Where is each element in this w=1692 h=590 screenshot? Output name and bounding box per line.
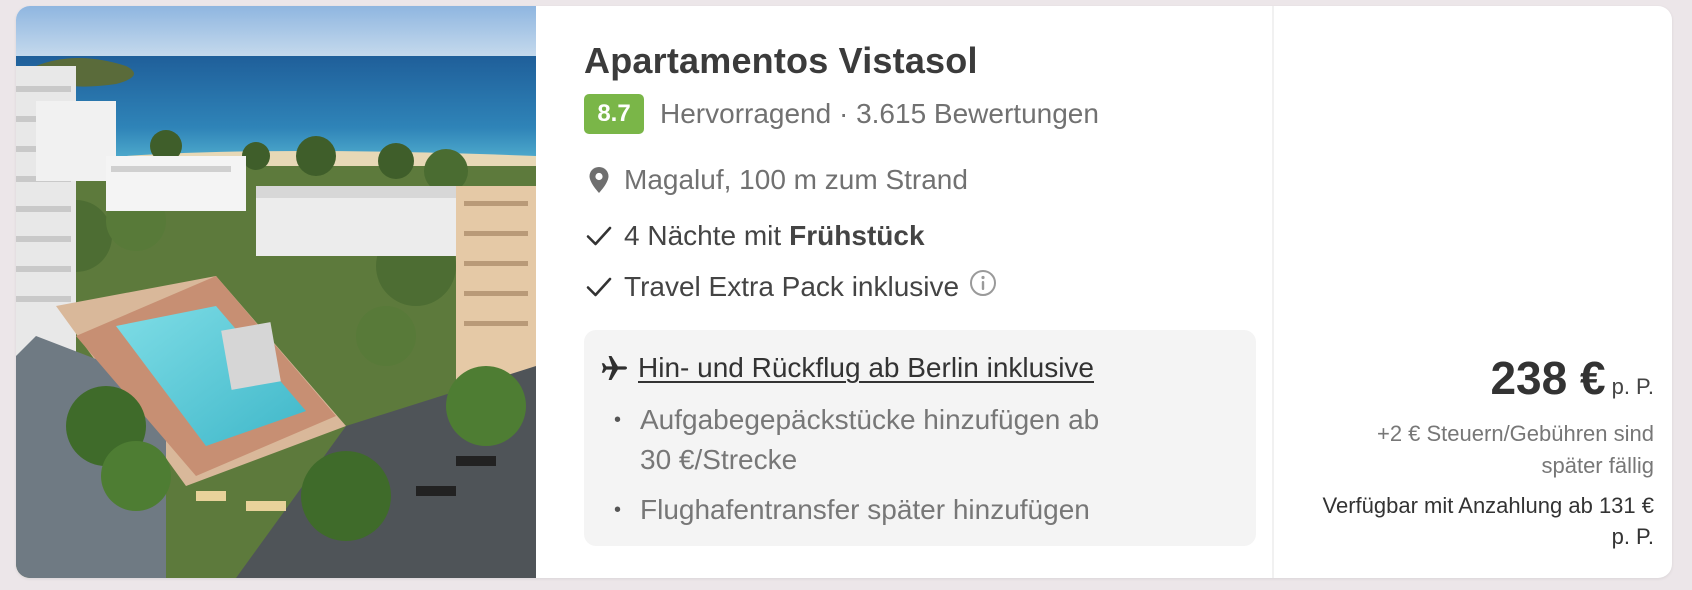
hotel-offer-card[interactable]: Apartamentos Vistasol 8.7 Hervorragend ·…	[16, 6, 1672, 578]
hotel-name[interactable]: Apartamentos Vistasol	[584, 40, 978, 82]
check-icon	[584, 272, 614, 302]
baggage-text: Aufgabegepäckstücke hinzufügen ab 30 €/S…	[640, 404, 1100, 475]
offer-details: Apartamentos Vistasol 8.7 Hervorragend ·…	[568, 6, 1258, 578]
rating-score-badge: 8.7	[584, 94, 644, 134]
column-divider	[1272, 6, 1274, 578]
extra-pack-text: Travel Extra Pack inklusive	[624, 270, 960, 302]
price-amount: 238 €	[1490, 352, 1606, 404]
board-type: Frühstück	[789, 220, 925, 251]
check-icon	[584, 221, 614, 251]
bullet-dot: •	[614, 409, 622, 431]
bullet-dot: •	[614, 499, 622, 521]
flight-title-row: Hin- und Rückflug ab Berlin inklusive	[600, 352, 1094, 384]
location-row: Magaluf, 100 m zum Strand	[584, 164, 968, 196]
deposit-note: Verfügbar mit Anzahlung ab 131 € p. P.	[1322, 493, 1654, 549]
info-icon[interactable]	[969, 269, 997, 304]
transfer-text: Flughafentransfer später hinzufügen	[640, 494, 1090, 525]
price-row: 238 € p. P.	[1490, 351, 1654, 405]
flight-details-link[interactable]: Hin- und Rückflug ab Berlin inklusive	[638, 352, 1094, 384]
rating-summary[interactable]: Hervorragend · 3.615 Bewertungen	[660, 98, 1099, 130]
location-text: Magaluf, 100 m zum Strand	[624, 164, 968, 195]
flight-info-box: Hin- und Rückflug ab Berlin inklusive • …	[584, 330, 1256, 546]
hotel-photo[interactable]	[16, 6, 536, 578]
plane-icon	[600, 354, 628, 382]
rating-row: 8.7 Hervorragend · 3.615 Bewertungen	[584, 94, 1099, 134]
map-pin-icon	[584, 165, 614, 195]
extra-pack-row: Travel Extra Pack inklusive	[584, 269, 997, 304]
nights-board-row: 4 Nächte mit Frühstück	[584, 220, 925, 252]
tax-note: +2 € Steuern/Gebühren sind später fällig	[1376, 421, 1654, 478]
flight-bullet-baggage: • Aufgabegepäckstücke hinzufügen ab 30 €…	[614, 400, 1120, 480]
price-column: 238 € p. P. +2 € Steuern/Gebühren sind s…	[1276, 6, 1654, 578]
flight-bullet-transfer: • Flughafentransfer später hinzufügen	[614, 490, 1120, 530]
nights-text: 4 Nächte mit	[624, 220, 782, 251]
price-unit: p. P.	[1611, 374, 1654, 399]
